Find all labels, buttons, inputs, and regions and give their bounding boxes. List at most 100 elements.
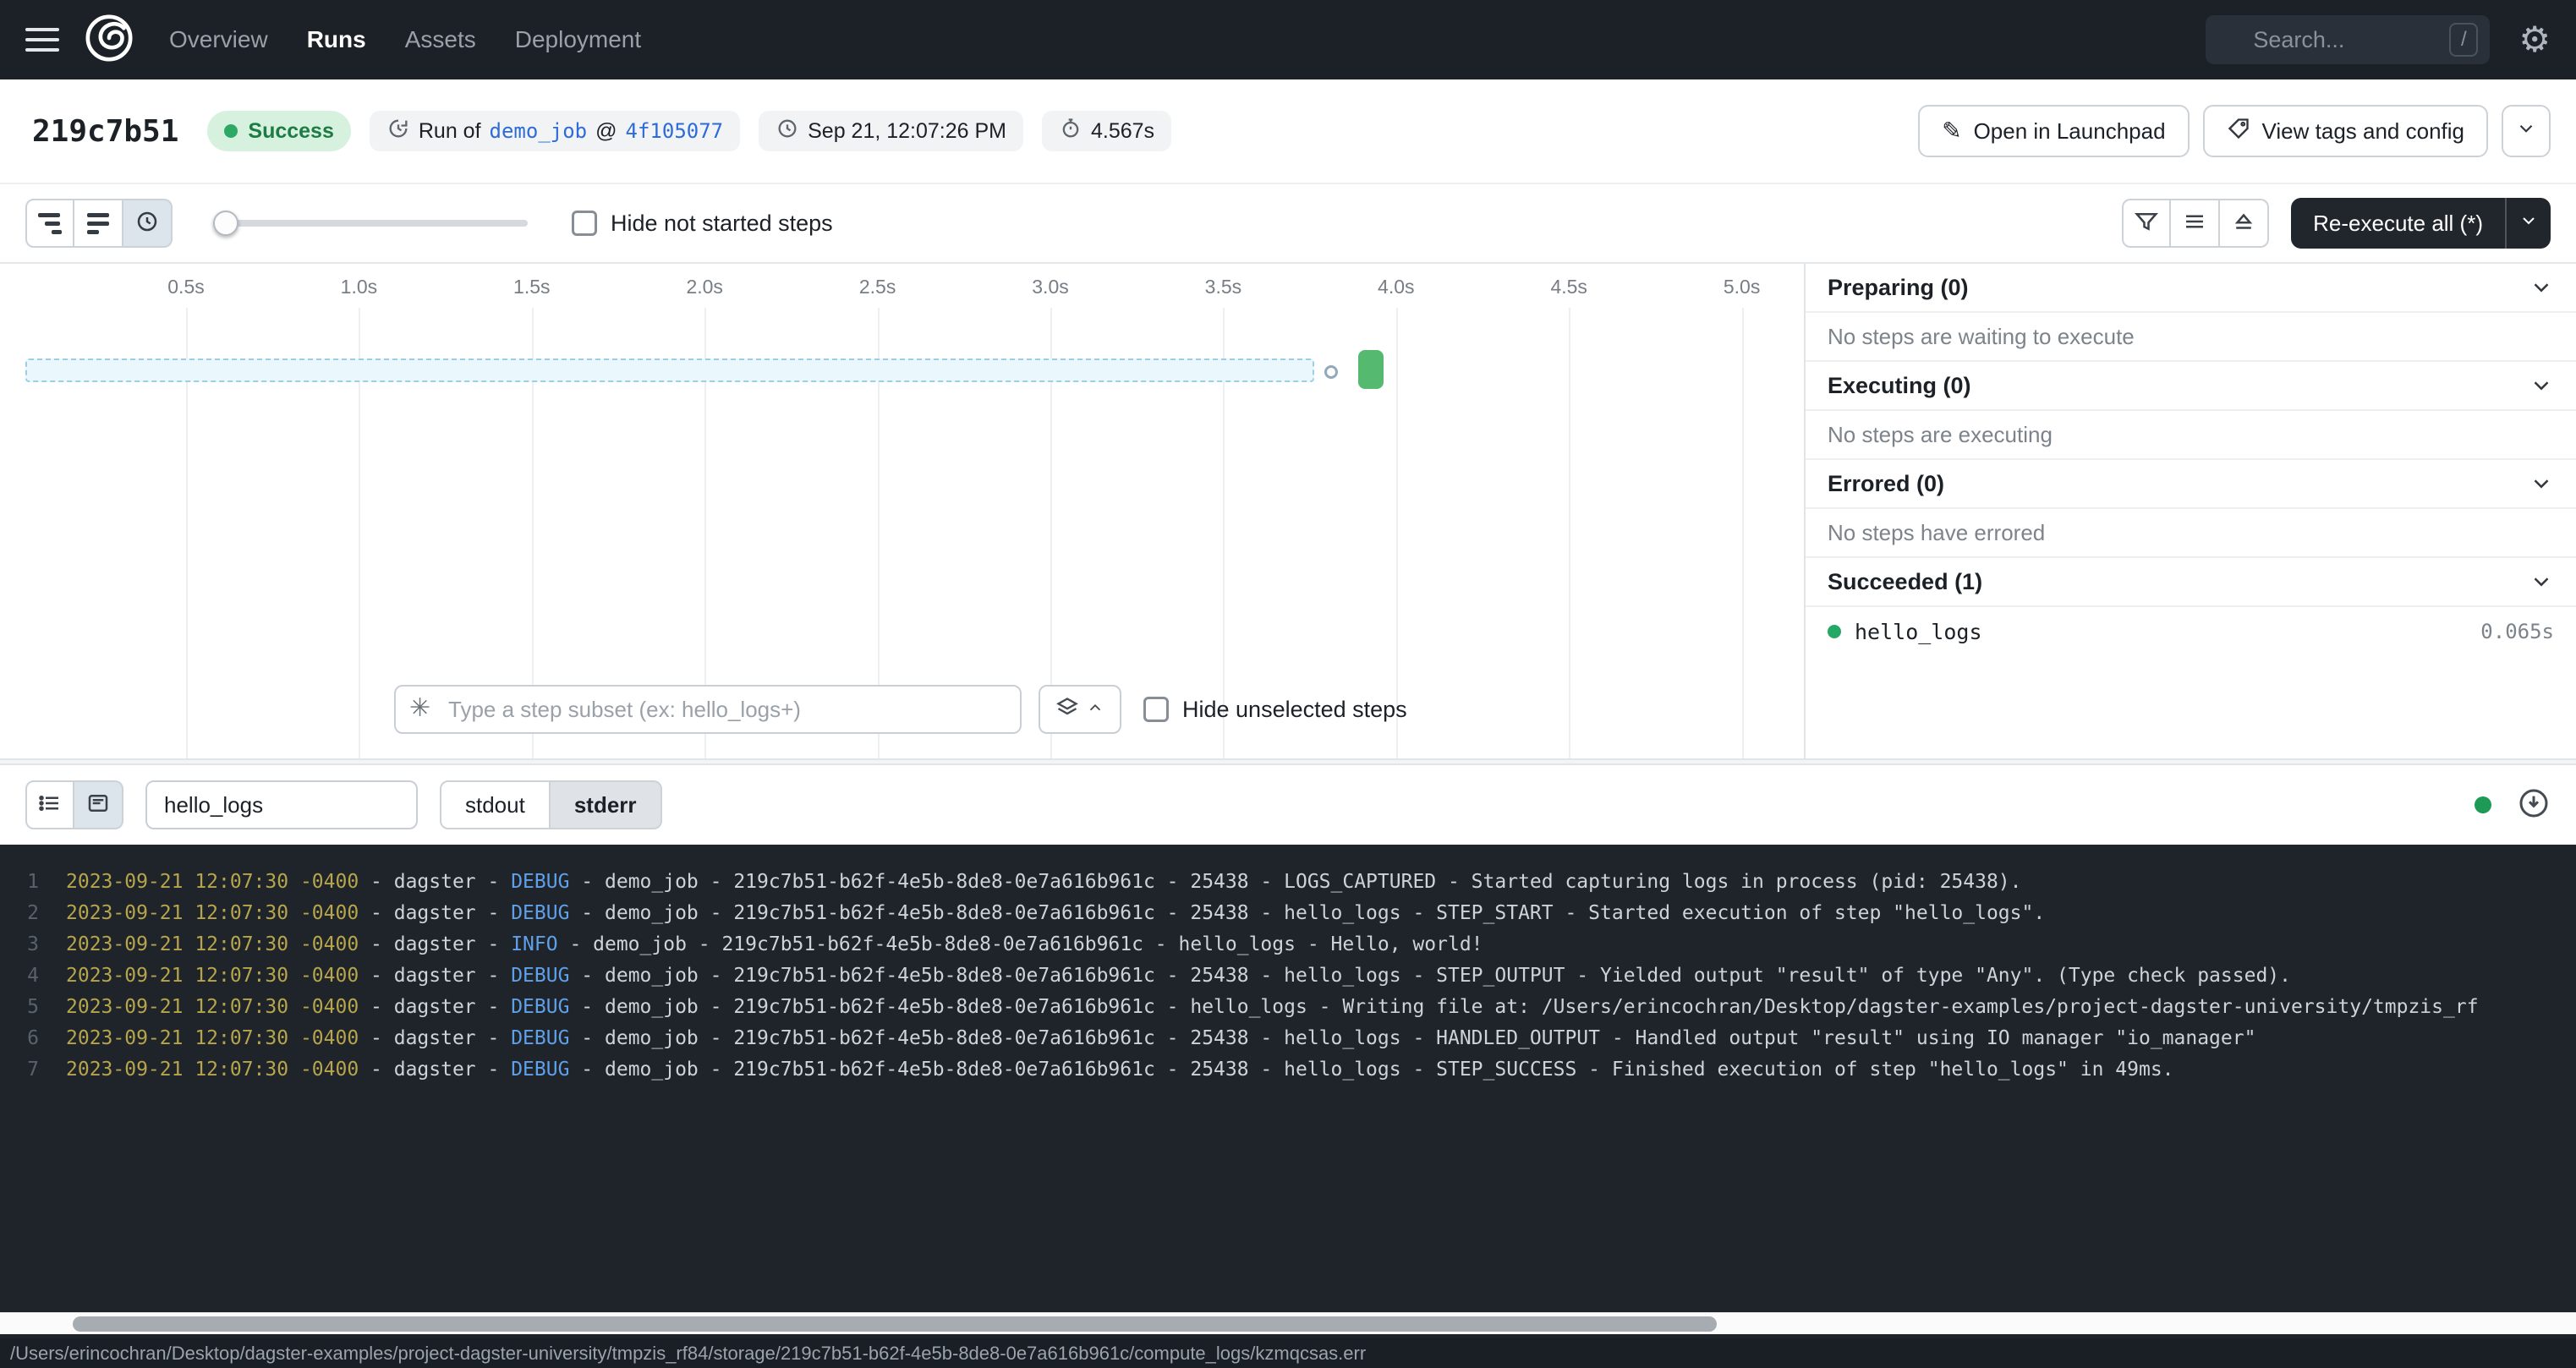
step-row[interactable]: hello_logs 0.065s <box>1806 607 2576 656</box>
step-section-title: Errored (0) <box>1828 471 1944 497</box>
menu-icon[interactable] <box>25 28 59 52</box>
log-lines: 12023-09-21 12:07:30 -0400 - dagster - D… <box>0 845 2576 1086</box>
log-capture-status-dot <box>2475 796 2491 813</box>
hide-not-started-checkbox[interactable] <box>572 211 597 236</box>
chevron-down-icon <box>2529 275 2554 300</box>
flat-view-button[interactable] <box>74 199 123 248</box>
zoom-slider[interactable] <box>213 199 528 248</box>
main-nav: Overview Runs Assets Deployment <box>169 26 641 53</box>
log-toolbar-right <box>2475 786 2551 824</box>
log-line: 12023-09-21 12:07:30 -0400 - dagster - D… <box>0 867 2576 898</box>
collapse-button[interactable] <box>2220 199 2269 248</box>
gantt-view-mode-group <box>25 199 173 248</box>
gantt-axis-tick: 2.0s <box>686 276 722 298</box>
rows-button[interactable] <box>2171 199 2220 248</box>
nav-item-assets[interactable]: Assets <box>405 26 476 53</box>
snapshot-link[interactable]: 4f105077 <box>626 119 724 143</box>
flat-view-icon <box>87 213 109 234</box>
dagster-logo[interactable] <box>83 12 135 68</box>
reexecute-all-button[interactable]: Re-execute all (*) <box>2291 198 2551 249</box>
nav-item-deployment[interactable]: Deployment <box>515 26 641 53</box>
step-section-title: Succeeded (1) <box>1828 569 1982 595</box>
view-tags-config-button[interactable]: View tags and config <box>2203 105 2488 157</box>
stopwatch-icon <box>1059 117 1082 146</box>
gantt-axis-tick: 3.0s <box>1032 276 1068 298</box>
chevron-up-icon <box>1086 698 1104 721</box>
nav-item-overview[interactable]: Overview <box>169 26 268 53</box>
chevron-down-icon <box>2529 471 2554 496</box>
log-line: 22023-09-21 12:07:30 -0400 - dagster - D… <box>0 898 2576 929</box>
gantt-axis-tick: 1.0s <box>341 276 377 298</box>
step-section-header[interactable]: Errored (0) <box>1806 460 2576 509</box>
chevron-down-icon <box>2529 373 2554 398</box>
start-time-pill: Sep 21, 12:07:26 PM <box>759 111 1023 151</box>
history-icon <box>386 117 410 146</box>
log-line: 72023-09-21 12:07:30 -0400 - dagster - D… <box>0 1054 2576 1086</box>
tab-stderr[interactable]: stderr <box>551 780 662 829</box>
waterfall-view-button[interactable] <box>25 199 74 248</box>
horizontal-scrollbar-thumb[interactable] <box>73 1316 1717 1332</box>
hide-unselected-checkbox[interactable] <box>1143 697 1169 722</box>
clock-icon <box>776 117 799 146</box>
zoom-slider-track <box>213 220 528 227</box>
gantt-gridline <box>1742 308 1744 758</box>
global-search[interactable]: / <box>2206 15 2490 64</box>
timed-view-button[interactable] <box>123 199 173 248</box>
filter-button[interactable] <box>2122 199 2171 248</box>
io-stream-tabs: stdoutstderr <box>440 780 662 829</box>
graph-query-button[interactable] <box>1039 685 1121 734</box>
step-section-header[interactable]: Executing (0) <box>1806 362 2576 411</box>
structured-log-button[interactable] <box>25 780 74 829</box>
eject-icon <box>2231 209 2256 238</box>
log-line: 32023-09-21 12:07:30 -0400 - dagster - I… <box>0 929 2576 960</box>
hide-unselected-row: Hide unselected steps <box>1143 697 1407 723</box>
layers-icon <box>1055 696 1079 724</box>
gantt-axis-tick: 2.5s <box>859 276 896 298</box>
panel-resize-handle[interactable] <box>0 758 2576 765</box>
step-section-header[interactable]: Succeeded (1) <box>1806 558 2576 607</box>
horizontal-scrollbar <box>0 1312 2576 1334</box>
step-section-title: Preparing (0) <box>1828 275 1969 301</box>
step-name: hello_logs <box>1855 620 1982 644</box>
top-navbar: Overview Runs Assets Deployment / ⚙ <box>0 0 2576 79</box>
structured-list-icon <box>37 791 63 820</box>
gear-icon[interactable]: ⚙ <box>2518 22 2551 57</box>
search-icon <box>2217 26 2241 54</box>
log-toolbar: stdoutstderr <box>0 765 2576 845</box>
run-id: 219c7b51 <box>32 114 178 149</box>
gantt-marker-dot <box>1324 365 1338 379</box>
step-duration: 0.065s <box>2480 620 2554 643</box>
run-actions-dropdown-button[interactable] <box>2502 105 2551 157</box>
gantt-step-bar-hello-logs[interactable] <box>1358 350 1384 389</box>
tab-stdout[interactable]: stdout <box>440 780 551 829</box>
log-view-mode-group <box>25 780 123 829</box>
zoom-slider-knob[interactable] <box>213 211 238 236</box>
open-launchpad-button[interactable]: ✎ Open in Launchpad <box>1918 105 2189 157</box>
navbar-right: / ⚙ <box>2206 15 2551 64</box>
step-subset-input[interactable] <box>394 685 1022 734</box>
log-level-filter-group <box>2122 199 2269 248</box>
log-step-filter-input[interactable] <box>145 780 418 829</box>
gantt-toolbar-right: Re-execute all (*) <box>2122 198 2551 249</box>
reexecute-dropdown[interactable] <box>2505 198 2551 249</box>
pencil-icon: ✎ <box>1942 119 1961 143</box>
search-shortcut-badge: / <box>2449 23 2478 57</box>
download-log-icon[interactable] <box>2517 786 2551 824</box>
gantt-gridline <box>1569 308 1570 758</box>
tag-icon <box>2227 117 2250 146</box>
raw-log-button[interactable] <box>74 780 123 829</box>
nav-item-runs[interactable]: Runs <box>307 26 366 53</box>
waterfall-icon <box>38 213 62 234</box>
chevron-down-icon <box>2518 211 2539 237</box>
search-input[interactable] <box>2251 26 2439 54</box>
raw-log-icon <box>85 791 111 820</box>
gantt-chart: 0.5s1.0s1.5s2.0s2.5s3.0s3.5s4.0s4.5s5.0s… <box>0 264 1804 758</box>
gantt-axis-tick: 4.0s <box>1378 276 1414 298</box>
gantt-axis-tick: 0.5s <box>167 276 204 298</box>
step-section-header[interactable]: Preparing (0) <box>1806 264 2576 313</box>
gantt-toolbar: Hide not started steps Re-execute all (*… <box>0 184 2576 264</box>
status-dot <box>224 124 238 138</box>
log-line: 62023-09-21 12:07:30 -0400 - dagster - D… <box>0 1023 2576 1054</box>
job-link[interactable]: demo_job <box>490 119 588 143</box>
gantt-axis-tick: 3.5s <box>1205 276 1241 298</box>
